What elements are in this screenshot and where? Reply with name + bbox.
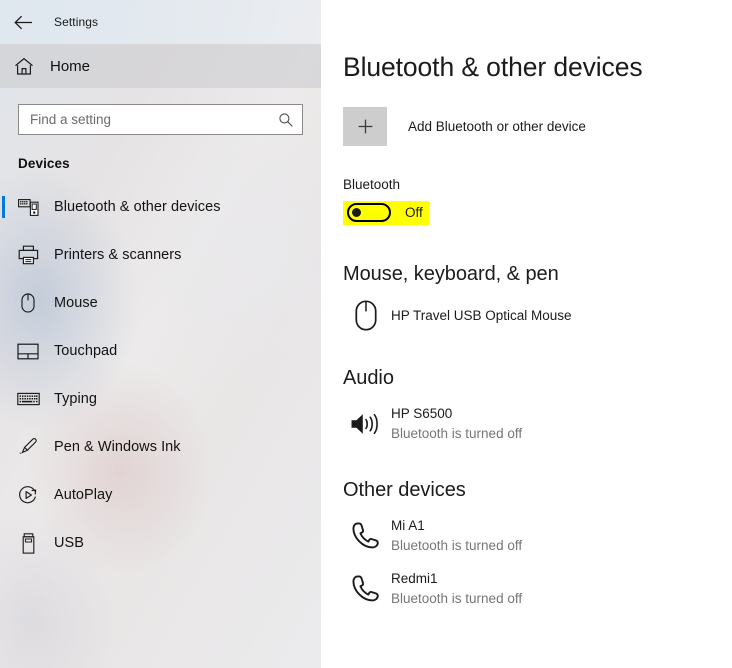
device-status: Bluetooth is turned off bbox=[391, 590, 523, 606]
usb-icon bbox=[4, 532, 52, 554]
title-bar: Settings bbox=[0, 0, 321, 44]
device-texts: HP S6500 Bluetooth is turned off bbox=[391, 404, 522, 443]
main-content: Bluetooth & other devices Add Bluetooth … bbox=[321, 0, 732, 668]
sidebar-item-home[interactable]: Home bbox=[0, 44, 321, 88]
sidebar-item-label: Typing bbox=[54, 391, 98, 407]
autoplay-icon bbox=[4, 485, 52, 505]
device-row[interactable]: HP S6500 Bluetooth is turned off bbox=[343, 404, 683, 443]
device-row[interactable]: Mi A1 Bluetooth is turned off bbox=[343, 516, 683, 555]
add-bluetooth-device-label: Add Bluetooth or other device bbox=[408, 119, 586, 134]
sidebar-item-label: USB bbox=[54, 535, 84, 551]
sidebar-item-label: Touchpad bbox=[54, 343, 118, 359]
sidebar-section-title: Devices bbox=[18, 156, 70, 171]
selection-indicator bbox=[2, 196, 5, 218]
add-bluetooth-device-button[interactable]: Add Bluetooth or other device bbox=[343, 107, 643, 146]
sidebar-item-home-label: Home bbox=[50, 57, 91, 75]
bluetooth-label: Bluetooth bbox=[343, 177, 401, 192]
sidebar-nav-list: Bluetooth & other devices Printers & sca… bbox=[0, 183, 321, 567]
sidebar-item-label: AutoPlay bbox=[54, 487, 113, 503]
settings-window: Settings Home Devices bbox=[0, 0, 732, 668]
mouse-icon bbox=[4, 293, 52, 313]
bluetooth-toggle-state: Off bbox=[405, 205, 423, 220]
speaker-icon bbox=[343, 411, 389, 437]
sidebar-item-typing[interactable]: Typing bbox=[0, 375, 321, 423]
window-title: Settings bbox=[54, 15, 99, 29]
pen-icon bbox=[4, 437, 52, 457]
back-button[interactable] bbox=[0, 0, 46, 44]
sidebar-item-label: Mouse bbox=[54, 295, 98, 311]
page-title: Bluetooth & other devices bbox=[343, 52, 643, 82]
device-name: Mi A1 bbox=[391, 518, 425, 534]
printer-icon bbox=[4, 245, 52, 265]
back-arrow-icon bbox=[13, 15, 32, 29]
section-title-other-devices: Other devices bbox=[343, 479, 466, 502]
device-row[interactable]: HP Travel USB Optical Mouse bbox=[343, 300, 683, 331]
sidebar-item-label: Printers & scanners bbox=[54, 247, 182, 263]
search-input[interactable] bbox=[30, 112, 278, 127]
search-icon bbox=[279, 112, 293, 127]
device-status: Bluetooth is turned off bbox=[391, 537, 523, 553]
sidebar-item-usb[interactable]: USB bbox=[0, 519, 321, 567]
sidebar: Settings Home Devices bbox=[0, 0, 321, 668]
home-icon bbox=[0, 57, 48, 76]
device-texts: Mi A1 Bluetooth is turned off bbox=[391, 516, 522, 555]
plus-icon bbox=[343, 107, 387, 146]
device-status: Bluetooth is turned off bbox=[391, 425, 523, 441]
section-title-mouse-keyboard-pen: Mouse, keyboard, & pen bbox=[343, 263, 559, 285]
device-name: Redmi1 bbox=[391, 571, 438, 587]
phone-icon bbox=[343, 574, 389, 604]
sidebar-item-autoplay[interactable]: AutoPlay bbox=[0, 471, 321, 519]
sidebar-item-label: Pen & Windows Ink bbox=[54, 439, 181, 455]
device-texts: Redmi1 Bluetooth is turned off bbox=[391, 569, 522, 608]
device-texts: HP Travel USB Optical Mouse bbox=[391, 306, 572, 326]
section-title-audio: Audio bbox=[343, 367, 394, 389]
sidebar-item-mouse[interactable]: Mouse bbox=[0, 279, 321, 327]
search-box[interactable] bbox=[18, 104, 303, 135]
sidebar-item-printers-scanners[interactable]: Printers & scanners bbox=[0, 231, 321, 279]
sidebar-item-bluetooth-other-devices[interactable]: Bluetooth & other devices bbox=[0, 183, 321, 231]
phone-icon bbox=[343, 521, 389, 551]
sidebar-item-label: Bluetooth & other devices bbox=[54, 199, 221, 215]
bluetooth-devices-icon bbox=[4, 198, 52, 216]
sidebar-item-touchpad[interactable]: Touchpad bbox=[0, 327, 321, 375]
keyboard-icon bbox=[4, 392, 52, 406]
search-container bbox=[0, 88, 321, 135]
mouse-device-icon bbox=[343, 300, 389, 331]
bluetooth-toggle[interactable]: Off bbox=[343, 201, 429, 225]
toggle-knob bbox=[352, 208, 361, 217]
sidebar-item-pen-windows-ink[interactable]: Pen & Windows Ink bbox=[0, 423, 321, 471]
device-row[interactable]: Redmi1 Bluetooth is turned off bbox=[343, 569, 683, 608]
touchpad-icon bbox=[4, 343, 52, 360]
device-name: HP Travel USB Optical Mouse bbox=[391, 307, 572, 323]
device-name: HP S6500 bbox=[391, 406, 453, 421]
toggle-switch[interactable] bbox=[347, 203, 391, 222]
